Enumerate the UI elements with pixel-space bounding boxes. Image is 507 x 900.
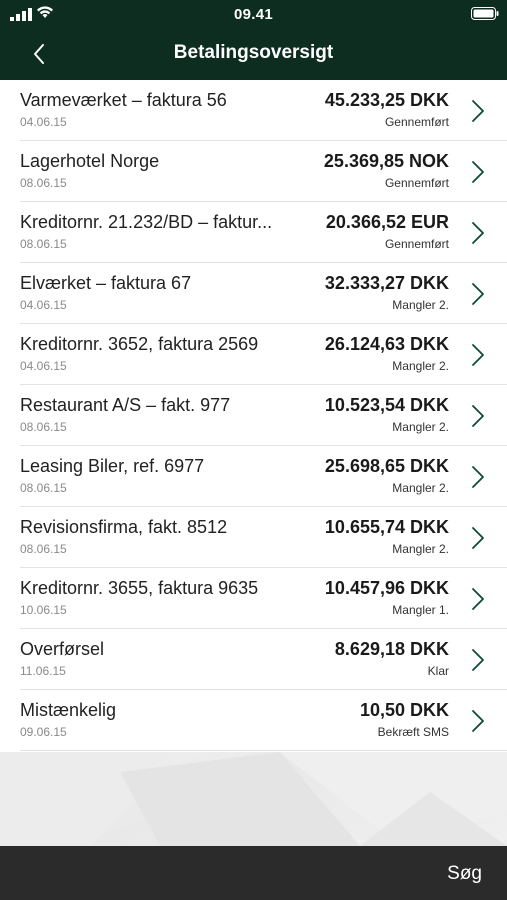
payment-amount: 32.333,27 DKK <box>324 273 449 293</box>
payment-status: Mangler 2. <box>392 359 449 373</box>
page-title: Betalingsoversigt <box>173 42 334 63</box>
chevron-right-icon[interactable] <box>471 282 485 306</box>
payment-date: 10.06.15 <box>20 603 67 617</box>
payment-status: Gennemført <box>384 237 449 251</box>
payment-row[interactable]: Overførsel 11.06.15 8.629,18 DKK Klar <box>0 629 507 690</box>
payment-status: Klar <box>427 664 449 678</box>
payment-name: Overførsel <box>20 639 105 659</box>
payment-date: 04.06.15 <box>20 298 67 312</box>
payment-amount: 26.124,63 DKK <box>324 334 449 354</box>
payment-name: Kreditornr. 3655, faktura 9635 <box>20 578 259 598</box>
payment-amount: 20.366,52 EUR <box>325 212 449 232</box>
payment-list: Varmeværket – faktura 56 04.06.15 45.233,2… <box>0 80 507 751</box>
chevron-right-icon[interactable] <box>471 587 485 611</box>
chevron-right-icon[interactable] <box>471 709 485 733</box>
chevron-right-icon[interactable] <box>471 648 485 672</box>
payment-amount: 45.233,25 DKK <box>324 90 449 110</box>
payment-date: 04.06.15 <box>20 115 67 129</box>
status-bar: 09.41 <box>0 0 507 30</box>
payment-row[interactable]: Elværket – faktura 67 04.06.15 32.333,27 D… <box>0 263 507 324</box>
payment-row[interactable]: Leasing Biler, ref. 6977 08.06.15 25.698,6… <box>0 446 507 507</box>
payment-amount: 10.655,74 DKK <box>324 517 449 537</box>
payment-amount: 10,50 DKK <box>359 700 449 720</box>
chevron-right-icon[interactable] <box>471 465 485 489</box>
payment-row[interactable]: Lagerhotel Norge 08.06.15 25.369,85 NOK Gen… <box>0 141 507 202</box>
payment-name: Leasing Biler, ref. 6977 <box>20 456 205 476</box>
chevron-right-icon[interactable] <box>471 526 485 550</box>
payment-status: Mangler 2. <box>392 298 449 312</box>
payment-row[interactable]: Restaurant A/S – fakt. 977 08.06.15 10.523… <box>0 385 507 446</box>
payment-amount: 25.369,85 NOK <box>323 151 449 171</box>
payment-status: Mangler 2. <box>392 420 449 434</box>
payment-date: 11.06.15 <box>20 664 66 678</box>
bottom-bar: Søg <box>0 846 507 900</box>
payment-date: 04.06.15 <box>20 359 67 373</box>
status-time: 09.41 <box>233 6 274 23</box>
payment-amount: 25.698,65 DKK <box>324 456 449 476</box>
payment-name: Restaurant A/S – fakt. 977 <box>20 395 231 415</box>
payment-status: Gennemført <box>384 115 449 129</box>
chevron-right-icon[interactable] <box>471 343 485 367</box>
battery-icon <box>471 7 499 20</box>
polygon-pattern <box>0 752 507 846</box>
payment-date: 08.06.15 <box>20 481 67 495</box>
payment-name: Elværket – faktura 67 <box>20 273 192 293</box>
payment-amount: 10.523,54 DKK <box>324 395 449 415</box>
payment-row[interactable]: Kreditornr. 3655, faktura 9635 10.06.15 10… <box>0 568 507 629</box>
payment-row[interactable]: Kreditornr. 3652, faktura 2569 04.06.15 26… <box>0 324 507 385</box>
payment-row[interactable]: Revisionsfirma, fakt. 8512 08.06.15 10.655… <box>0 507 507 568</box>
payment-status: Mangler 2. <box>392 481 449 495</box>
chevron-right-icon[interactable] <box>471 99 485 123</box>
navigation-bar: Betalingsoversigt <box>0 30 507 80</box>
payment-amount: 8.629,18 DKK <box>334 639 449 659</box>
payment-date: 09.06.15 <box>20 725 67 739</box>
payment-date: 08.06.15 <box>20 176 67 190</box>
payment-status: Mangler 1. <box>392 603 449 617</box>
payment-name: Revisionsfirma, fakt. 8512 <box>20 517 228 537</box>
payment-date: 08.06.15 <box>20 237 67 251</box>
payment-status: Mangler 2. <box>392 542 449 556</box>
payment-name: Lagerhotel Norge <box>20 151 160 171</box>
payment-row[interactable]: Mistænkelig 09.06.15 10,50 DKK Bekræft SMS <box>0 690 507 751</box>
chevron-right-icon[interactable] <box>471 221 485 245</box>
search-button[interactable]: Søg <box>447 863 482 885</box>
payment-row[interactable]: Varmeværket – faktura 56 04.06.15 45.233,2… <box>0 80 507 141</box>
payment-name: Kreditornr. 21.232/BD – faktur... <box>20 212 273 232</box>
payment-status: Gennemført <box>384 176 449 190</box>
payment-status: Bekræft SMS <box>377 725 449 739</box>
payment-date: 08.06.15 <box>20 542 67 556</box>
background-pattern <box>0 752 507 846</box>
payment-name: Mistænkelig <box>20 700 117 720</box>
payment-row[interactable]: Kreditornr. 21.232/BD – faktur... 08.06.1… <box>0 202 507 263</box>
chevron-right-icon[interactable] <box>471 404 485 428</box>
payment-name: Kreditornr. 3652, faktura 2569 <box>20 334 259 354</box>
chevron-right-icon[interactable] <box>471 160 485 184</box>
payment-date: 08.06.15 <box>20 420 67 434</box>
payment-name: Varmeværket – faktura 56 <box>20 90 227 110</box>
payment-amount: 10.457,96 DKK <box>324 578 449 598</box>
